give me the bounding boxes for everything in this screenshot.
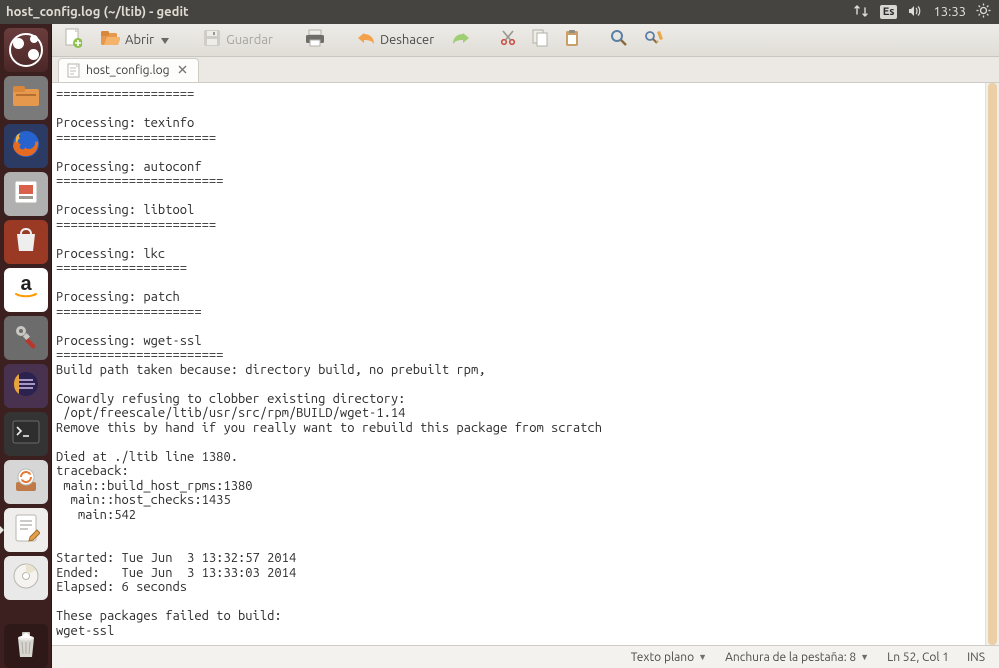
tab-close-button[interactable] (176, 64, 190, 78)
text-editor-content[interactable]: =================== Processing: texinfo … (52, 83, 985, 645)
chevron-down-icon: ▼ (860, 652, 869, 662)
session-indicator[interactable] (976, 3, 991, 21)
main-toolbar: Abrir Guardar Deshacer (52, 24, 999, 57)
print-button[interactable] (299, 27, 331, 53)
top-menubar: host_config.log (~/ltib) - gedit Es 13:3… (0, 0, 999, 24)
tab-width-combo[interactable]: Anchura de la pestaña: 8 ▼ (725, 651, 869, 664)
shopping-bag-icon (13, 226, 39, 258)
document-tab[interactable]: host_config.log (58, 58, 199, 82)
launcher-amazon[interactable]: a (4, 268, 48, 312)
tab-width-label: Anchura de la pestaña: 8 (725, 651, 856, 664)
syntax-combo[interactable]: Texto plano ▼ (631, 651, 707, 664)
redo-icon (452, 31, 470, 48)
launcher-gedit[interactable] (4, 508, 48, 552)
indicator-area: Es 13:33 (854, 3, 991, 21)
editor-area: =================== Processing: texinfo … (52, 83, 999, 645)
copy-button[interactable] (526, 27, 554, 53)
chevron-down-icon: ▼ (698, 652, 707, 662)
launcher-files[interactable] (4, 76, 48, 120)
window-title: host_config.log (~/ltib) - gedit (6, 5, 189, 19)
find-replace-icon (644, 29, 664, 50)
gear-icon (976, 3, 991, 21)
launcher-firefox[interactable] (4, 124, 48, 168)
launcher-eclipse[interactable] (4, 364, 48, 408)
open-label: Abrir (125, 33, 154, 47)
document-icon (67, 63, 80, 78)
network-indicator[interactable] (854, 4, 870, 21)
open-button[interactable]: Abrir (92, 27, 177, 53)
chevron-down-icon (161, 33, 169, 47)
save-label: Guardar (226, 33, 273, 47)
text-editor-icon (12, 513, 40, 547)
launcher-impress[interactable] (4, 172, 48, 216)
scrollbar-thumb[interactable] (988, 83, 997, 645)
sound-indicator[interactable] (907, 4, 923, 21)
launcher-system-settings[interactable] (4, 316, 48, 360)
new-doc-icon (64, 28, 82, 51)
launcher-ubuntu-software[interactable] (4, 220, 48, 264)
firefox-icon (10, 128, 42, 164)
ubuntu-logo-icon (9, 33, 43, 67)
printer-icon (305, 29, 325, 50)
cut-button[interactable] (494, 27, 522, 53)
launcher-trash[interactable] (4, 624, 48, 668)
undo-button[interactable]: Deshacer (349, 27, 442, 53)
updater-icon (11, 465, 41, 499)
cursor-position: Ln 52, Col 1 (887, 651, 949, 664)
save-icon (203, 29, 221, 50)
eclipse-icon (11, 369, 41, 403)
vertical-scrollbar[interactable] (985, 83, 999, 645)
clipboard-icon (564, 29, 580, 50)
terminal-icon (11, 419, 41, 449)
insert-mode: INS (967, 651, 985, 664)
clock-indicator[interactable]: 13:33 (933, 5, 966, 19)
undo-icon (357, 31, 375, 48)
keyboard-layout-badge: Es (880, 5, 898, 19)
launcher-disc[interactable] (4, 556, 48, 600)
search-icon (610, 29, 628, 50)
network-icon (854, 4, 870, 21)
close-icon (178, 64, 187, 77)
gedit-window: Abrir Guardar Deshacer (52, 24, 999, 668)
save-button[interactable]: Guardar (195, 27, 281, 53)
find-replace-button[interactable] (638, 27, 670, 53)
undo-label: Deshacer (380, 33, 434, 47)
amazon-icon: a (11, 273, 41, 307)
svg-text:a: a (20, 273, 32, 295)
launcher-dash[interactable] (4, 28, 48, 72)
tab-label: host_config.log (86, 64, 170, 77)
volume-icon (907, 4, 923, 21)
status-bar: Texto plano ▼ Anchura de la pestaña: 8 ▼… (52, 645, 999, 668)
document-tab-bar: host_config.log (52, 57, 999, 84)
paste-button[interactable] (558, 27, 586, 53)
wrench-gear-icon (11, 321, 41, 355)
disc-icon (11, 561, 41, 595)
folder-icon (11, 83, 41, 113)
open-folder-icon (100, 29, 120, 50)
find-button[interactable] (604, 27, 634, 53)
syntax-label: Texto plano (631, 651, 694, 664)
keyboard-indicator[interactable]: Es (880, 5, 898, 19)
running-app-pip-icon (0, 525, 4, 535)
launcher-software-updater[interactable] (4, 460, 48, 504)
trash-icon (12, 628, 40, 664)
redo-button[interactable] (446, 27, 476, 53)
unity-launcher: a (0, 24, 52, 668)
presentation-icon (12, 178, 40, 210)
new-document-button[interactable] (58, 27, 88, 53)
clock-text: 13:33 (933, 5, 966, 19)
launcher-terminal[interactable] (4, 412, 48, 456)
copy-icon (532, 29, 548, 50)
scissors-icon (500, 30, 516, 49)
